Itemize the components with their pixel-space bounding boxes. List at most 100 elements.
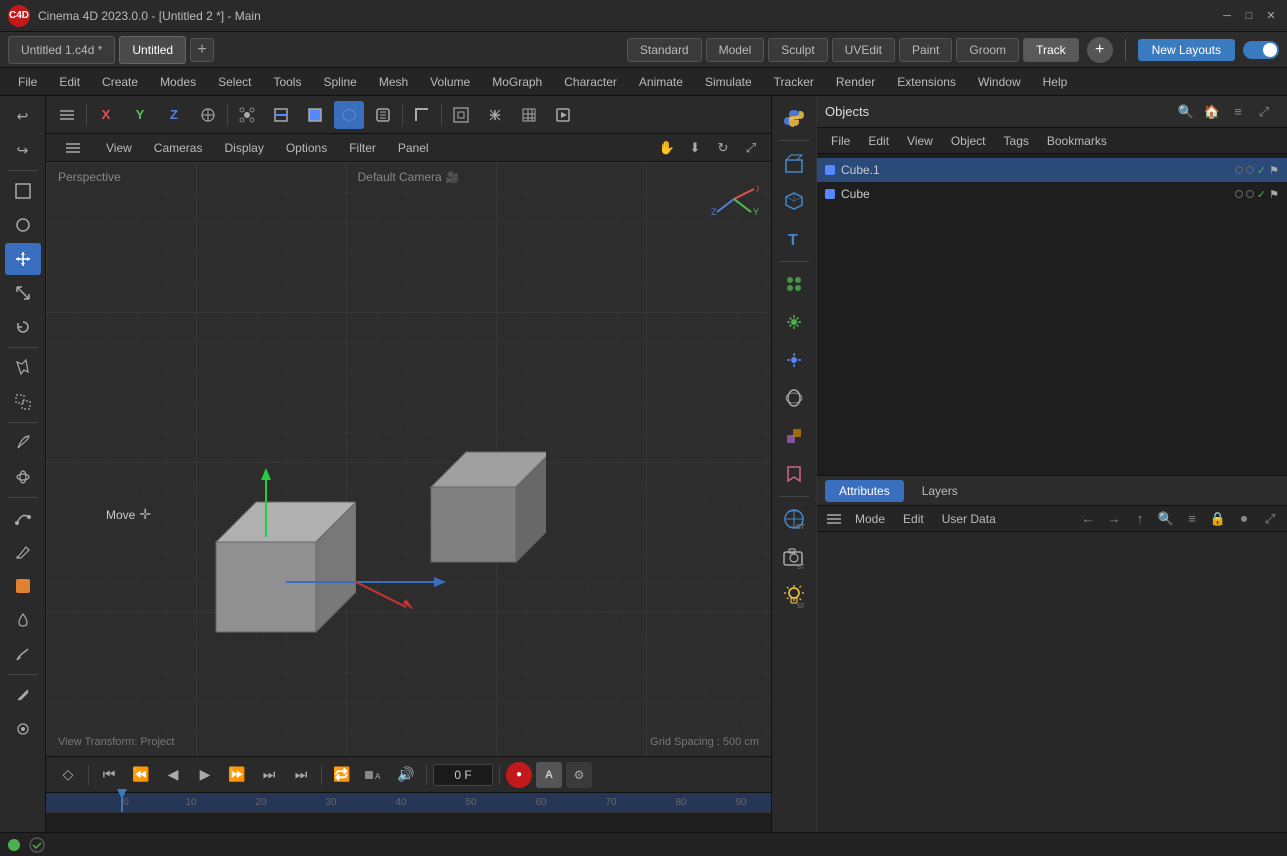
nav-cameras[interactable]: Cameras — [146, 139, 211, 157]
menu-spline[interactable]: Spline — [313, 71, 366, 93]
prev-key-button[interactable]: ⏪ — [127, 762, 155, 788]
maximize-viewport-button[interactable]: ⤢ — [739, 137, 763, 159]
transform-button[interactable] — [480, 101, 510, 129]
vis-dot-4[interactable] — [1246, 190, 1254, 198]
scale-tool-button[interactable] — [5, 277, 41, 309]
point-mode-button[interactable] — [232, 101, 262, 129]
attr-menu-hamburger[interactable] — [823, 510, 845, 528]
light-st-button[interactable]: ST — [776, 577, 812, 613]
menu-window[interactable]: Window — [968, 71, 1031, 93]
timeline-playhead[interactable] — [121, 793, 123, 812]
obj-mode-button[interactable] — [334, 101, 364, 129]
multiselect-button[interactable] — [5, 386, 41, 418]
camera-st-button[interactable]: ST — [776, 539, 812, 575]
menu-modes[interactable]: Modes — [150, 71, 206, 93]
next-frame-button[interactable]: ⏩ — [223, 762, 251, 788]
attr-search-button[interactable]: 🔍 — [1155, 508, 1177, 530]
grid-button[interactable] — [514, 101, 544, 129]
nav-display[interactable]: Display — [216, 139, 271, 157]
nav-panel[interactable]: Panel — [390, 139, 437, 157]
timeline-settings-button[interactable]: ⚙ — [566, 762, 592, 788]
menu-extensions[interactable]: Extensions — [887, 71, 966, 93]
frame-counter[interactable]: 0 F — [433, 764, 493, 786]
object-mode-button[interactable] — [5, 209, 41, 241]
python-script-button[interactable] — [776, 100, 812, 136]
menu-select[interactable]: Select — [208, 71, 261, 93]
deformer-button[interactable] — [776, 342, 812, 378]
attr-lock-button[interactable]: 🔒 — [1207, 508, 1229, 530]
layout-groom[interactable]: Groom — [956, 38, 1019, 62]
keyframe-button[interactable]: ◇ — [54, 762, 82, 788]
nav-hamburger[interactable] — [54, 137, 92, 159]
move-tool-button[interactable] — [5, 243, 41, 275]
menu-animate[interactable]: Animate — [629, 71, 693, 93]
obj-menu-bookmarks[interactable]: Bookmarks — [1039, 132, 1115, 150]
objects-list-button[interactable]: ≡ — [1227, 101, 1249, 123]
menu-edit[interactable]: Edit — [49, 71, 90, 93]
texture-mode-button[interactable] — [368, 101, 398, 129]
menu-tracker[interactable]: Tracker — [764, 71, 824, 93]
attr-back-button[interactable]: ← — [1077, 508, 1099, 530]
goto-start-button[interactable]: ⏮ — [95, 762, 123, 788]
menu-create[interactable]: Create — [92, 71, 148, 93]
object-row-cube1[interactable]: Cube.1 ✓ ⚑ — [817, 158, 1287, 182]
vis-dot-1[interactable] — [1235, 166, 1243, 174]
menu-help[interactable]: Help — [1033, 71, 1078, 93]
obj-menu-file[interactable]: File — [823, 132, 858, 150]
add-tab-button[interactable]: + — [190, 38, 214, 62]
select-button[interactable] — [5, 352, 41, 384]
objects-search-button[interactable]: 🔍 — [1175, 101, 1197, 123]
corner-button[interactable] — [407, 101, 437, 129]
attr-forward-button[interactable]: → — [1103, 508, 1125, 530]
new-layouts-button[interactable]: New Layouts — [1138, 39, 1235, 61]
attr-menu-userdata[interactable]: User Data — [934, 510, 1004, 528]
layout-standard[interactable]: Standard — [627, 38, 702, 62]
axis-z-button[interactable]: Z — [159, 101, 189, 129]
boole-button[interactable] — [776, 418, 812, 454]
obj-flag-2[interactable]: ⚑ — [1269, 188, 1279, 201]
menu-mograph[interactable]: MoGraph — [482, 71, 552, 93]
objects-home-button[interactable]: 🏠 — [1201, 101, 1223, 123]
snap-button[interactable] — [5, 713, 41, 745]
play-button[interactable]: ▶ — [191, 762, 219, 788]
viewport-menu-button[interactable] — [52, 101, 82, 129]
autokey-button[interactable]: A — [536, 762, 562, 788]
menu-volume[interactable]: Volume — [420, 71, 480, 93]
menu-file[interactable]: File — [8, 71, 47, 93]
close-button[interactable]: ✕ — [1263, 8, 1279, 24]
layout-paint[interactable]: Paint — [899, 38, 952, 62]
menu-simulate[interactable]: Simulate — [695, 71, 762, 93]
tab-layers[interactable]: Layers — [908, 480, 972, 502]
attr-menu-mode[interactable]: Mode — [847, 510, 893, 528]
viewport[interactable]: X Y Z Perspective Default Camera 🎥 Move … — [46, 162, 771, 756]
axis-y-button[interactable]: Y — [125, 101, 155, 129]
attr-menu-edit[interactable]: Edit — [895, 510, 932, 528]
vis-dot-2[interactable] — [1246, 166, 1254, 174]
obj-flag[interactable]: ⚑ — [1269, 164, 1279, 177]
add-layout-button[interactable]: + — [1087, 37, 1113, 63]
menu-tools[interactable]: Tools — [263, 71, 311, 93]
snap-viewport-button[interactable] — [446, 101, 476, 129]
hand-tool-button[interactable]: ✋ — [655, 137, 679, 159]
play-backward-button[interactable]: ◀ — [159, 762, 187, 788]
tab-attributes[interactable]: Attributes — [825, 480, 904, 502]
vis-dot-3[interactable] — [1235, 190, 1243, 198]
minimize-button[interactable]: ─ — [1219, 8, 1235, 24]
effector-button[interactable] — [776, 304, 812, 340]
attr-expand-button[interactable]: ⤢ — [1259, 508, 1281, 530]
model-mode-button[interactable] — [5, 175, 41, 207]
attr-record-button[interactable]: ⏺ — [1233, 508, 1255, 530]
pen-tool-button[interactable] — [5, 536, 41, 568]
cube-3d-button[interactable] — [776, 183, 812, 219]
tab-untitled[interactable]: Untitled — [119, 36, 186, 64]
layout-toggle[interactable] — [1243, 41, 1279, 59]
next-key-button[interactable]: ⏭ — [255, 762, 283, 788]
loop-button[interactable]: 🔁 — [328, 762, 356, 788]
rotate-tool-button[interactable] — [5, 311, 41, 343]
menu-character[interactable]: Character — [554, 71, 627, 93]
knife-tool-button[interactable] — [5, 679, 41, 711]
plane-button[interactable] — [776, 145, 812, 181]
orbit-button[interactable]: ⬇ — [683, 137, 707, 159]
axis-x-button[interactable]: X — [91, 101, 121, 129]
obj-menu-edit[interactable]: Edit — [860, 132, 897, 150]
